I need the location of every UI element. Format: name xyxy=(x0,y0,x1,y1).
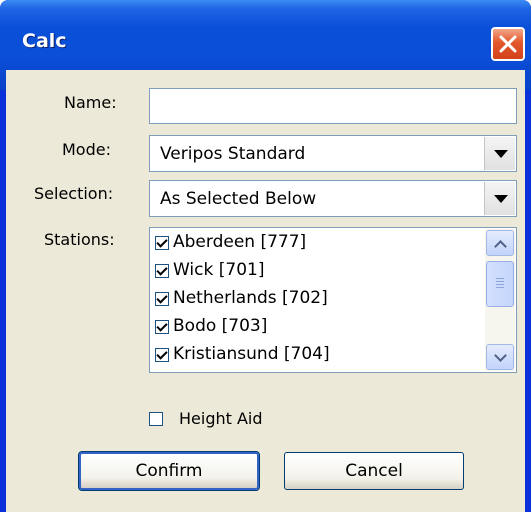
station-label: Netherlands [702] xyxy=(173,288,328,308)
selection-dropdown[interactable]: As Selected Below xyxy=(149,180,517,217)
mode-dropdown[interactable]: Veripos Standard xyxy=(149,135,517,172)
station-item[interactable]: Aberdeen [777] xyxy=(155,231,475,257)
selection-label: Selection: xyxy=(34,184,114,203)
station-checkbox[interactable] xyxy=(155,292,169,306)
station-checkbox[interactable] xyxy=(155,236,169,250)
chevron-down-icon xyxy=(494,349,507,362)
scroll-down-button[interactable] xyxy=(486,344,514,370)
selection-selected-value: As Selected Below xyxy=(160,189,317,209)
close-icon xyxy=(499,35,517,53)
height-aid-checkbox[interactable] xyxy=(149,412,163,426)
chevron-up-icon xyxy=(494,240,507,253)
mode-label: Mode: xyxy=(62,140,111,159)
calc-dialog: Calc Name: Mode: Veripos Standard Select… xyxy=(0,0,531,512)
chevron-down-icon[interactable] xyxy=(484,137,515,170)
station-item[interactable]: Wick [701] xyxy=(155,259,475,285)
station-checkbox[interactable] xyxy=(155,264,169,278)
grip-icon xyxy=(496,278,504,288)
close-button[interactable] xyxy=(491,27,525,61)
stations-label: Stations: xyxy=(44,230,115,249)
station-label: Bodo [703] xyxy=(173,316,268,336)
name-field[interactable] xyxy=(149,88,517,124)
mode-selected-value: Veripos Standard xyxy=(160,144,306,164)
station-checkbox[interactable] xyxy=(155,320,169,334)
stations-listbox[interactable]: Aberdeen [777] Wick [701] Netherlands [7… xyxy=(149,227,517,373)
dialog-body: Name: Mode: Veripos Standard Selection: … xyxy=(6,70,525,512)
cancel-button[interactable]: Cancel xyxy=(284,452,464,490)
station-item[interactable]: Kristiansund [704] xyxy=(155,343,475,369)
height-aid-label[interactable]: Height Aid xyxy=(179,409,263,428)
scroll-thumb[interactable] xyxy=(486,261,514,307)
station-label: Wick [701] xyxy=(173,260,265,280)
stations-scrollbar[interactable] xyxy=(485,229,515,371)
window-title: Calc xyxy=(22,30,67,52)
station-label: Aberdeen [777] xyxy=(173,232,307,252)
name-label: Name: xyxy=(64,93,117,112)
station-item[interactable]: Bodo [703] xyxy=(155,315,475,341)
chevron-down-icon[interactable] xyxy=(484,182,515,215)
station-item[interactable]: Netherlands [702] xyxy=(155,287,475,313)
confirm-button[interactable]: Confirm xyxy=(78,451,260,491)
scroll-up-button[interactable] xyxy=(486,230,514,256)
station-checkbox[interactable] xyxy=(155,348,169,362)
station-label: Kristiansund [704] xyxy=(173,344,330,364)
